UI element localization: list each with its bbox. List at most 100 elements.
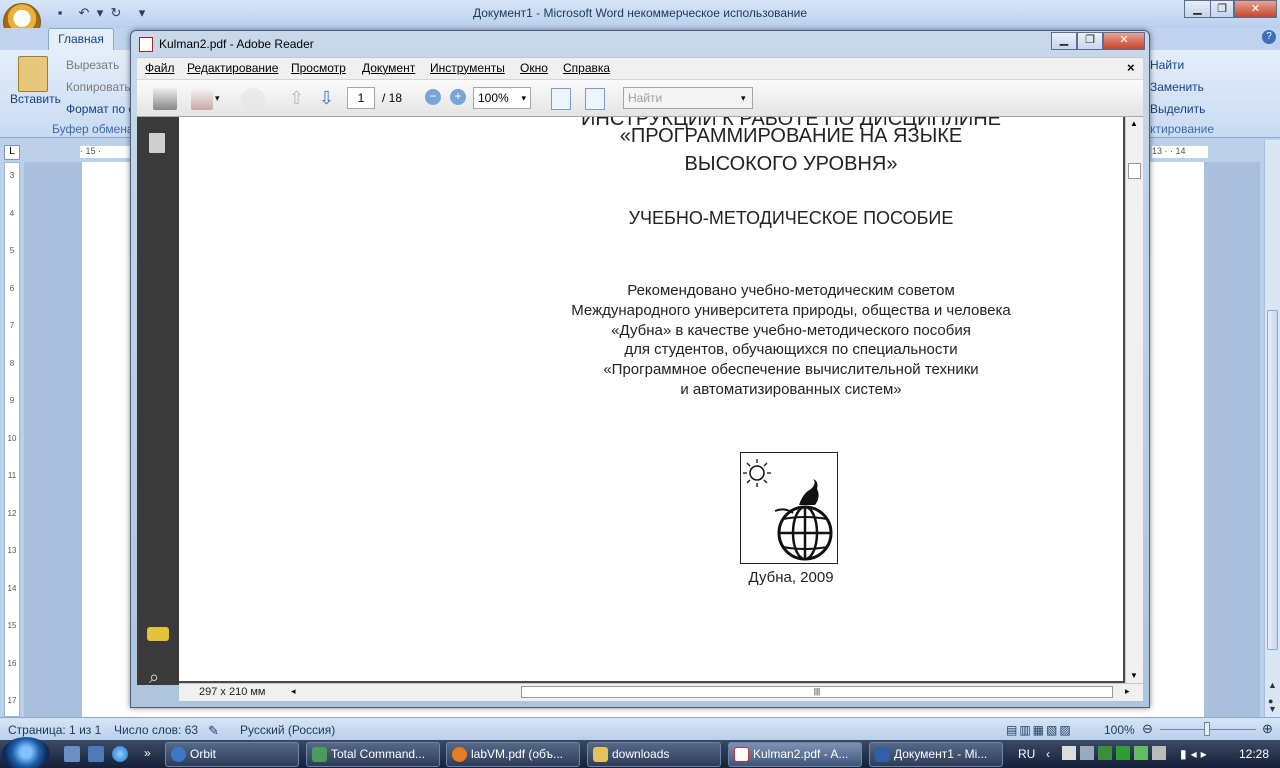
page-number-input[interactable]: 1 [347, 87, 375, 109]
status-language[interactable]: Русский (Россия) [240, 723, 335, 737]
undo-icon[interactable]: ↶ [76, 5, 92, 21]
menu-help[interactable]: Справка [563, 61, 610, 75]
reader-maximize-button[interactable]: ❐ [1077, 32, 1103, 50]
quick-launch-more-icon[interactable]: » [144, 746, 151, 760]
paste-button[interactable]: Вставить [10, 92, 61, 106]
taskbar-item-labvm[interactable]: labVM.pdf (объ... [446, 742, 580, 767]
taskbar-item-word[interactable]: Документ1 - Mi... [869, 742, 1003, 767]
prev-page-icon[interactable]: ▲ [1268, 680, 1277, 690]
tray-app-icon[interactable] [1080, 746, 1094, 760]
pdf-recommended-line: для студентов, обучающихся по специально… [624, 341, 958, 358]
find-dropdown-icon[interactable]: ▾ [741, 93, 746, 104]
redo-icon[interactable]: ↻ [108, 5, 124, 21]
menu-view[interactable]: Просмотр [291, 61, 346, 75]
internet-explorer-icon[interactable] [112, 746, 128, 762]
previous-page-icon[interactable]: ⇧ [289, 88, 304, 109]
vertical-ruler-number: 11 [7, 471, 17, 480]
reader-hscroll-thumb[interactable]: ||| [521, 686, 1113, 698]
vertical-ruler-number: 17 [7, 696, 17, 705]
attachments-icon[interactable]: ⌕ [149, 667, 159, 688]
print-icon[interactable] [153, 88, 177, 110]
show-desktop-icon[interactable] [64, 746, 80, 762]
replace-button[interactable]: Заменить [1150, 80, 1204, 94]
word-maximize-button[interactable]: ❐ [1210, 0, 1234, 18]
tab-selector-icon[interactable]: L [4, 145, 20, 160]
zoom-out-icon[interactable]: − [425, 89, 441, 105]
zoom-value: 100% [478, 91, 509, 105]
menu-edit[interactable]: Редактирование [187, 61, 278, 75]
tray-app-icon[interactable] [1152, 746, 1166, 760]
zoom-in-icon[interactable]: + [450, 89, 466, 105]
tray-app-icon[interactable] [1116, 746, 1130, 760]
fit-width-icon[interactable] [585, 88, 605, 110]
word-minimize-button[interactable]: ▁ [1184, 0, 1211, 18]
taskbar-item-orbit[interactable]: Orbit [165, 742, 299, 767]
tray-app-icon[interactable] [1134, 746, 1148, 760]
reader-scroll-thumb[interactable] [1128, 163, 1141, 179]
close-document-icon[interactable]: × [1127, 60, 1135, 75]
ruler-right-label: 13 · · 14 [1152, 146, 1208, 158]
next-page-icon[interactable]: ▼ [1268, 704, 1277, 714]
collaborate-icon[interactable] [241, 88, 265, 110]
orbit-icon [171, 747, 186, 762]
network-volume-icons[interactable]: ▮◂▸ [1180, 747, 1211, 761]
menu-document[interactable]: Документ [362, 61, 415, 75]
zoom-slider-thumb[interactable] [1204, 722, 1210, 736]
undo-dropdown-icon[interactable]: ▾ [92, 5, 108, 21]
clock[interactable]: 12:28 [1239, 747, 1269, 761]
taskbar-item-kulman[interactable]: Kulman2.pdf - A... [728, 742, 862, 767]
tab-home[interactable]: Главная [48, 28, 114, 50]
find-button[interactable]: Найти [1150, 58, 1184, 72]
status-page[interactable]: Страница: 1 из 1 [8, 723, 101, 737]
menu-window[interactable]: Окно [520, 61, 548, 75]
fit-page-icon[interactable] [551, 88, 571, 110]
university-logo [740, 452, 838, 564]
pages-icon[interactable] [149, 133, 165, 153]
start-button[interactable] [2, 737, 50, 768]
pdf-page[interactable]: ИНСТРУКЦИИ К РАБОТЕ ПО ДИСЦИПЛИНЕ «ПРОГР… [179, 117, 1123, 681]
total-commander-icon [312, 747, 327, 762]
zoom-select[interactable]: 100% ▾ [473, 87, 531, 109]
word-close-button[interactable]: ✕ [1234, 0, 1277, 18]
taskbar-item-downloads[interactable]: downloads [587, 742, 721, 767]
help-icon[interactable]: ? [1262, 30, 1276, 44]
find-input[interactable]: Найти [623, 87, 753, 109]
save-icon[interactable]: ▪ [52, 5, 68, 21]
paste-icon[interactable] [18, 56, 48, 92]
tray-app-icon[interactable] [1098, 746, 1112, 760]
view-buttons-icon[interactable]: ▤▥▦▧▨ [1006, 723, 1073, 737]
reader-window: Kulman2.pdf - Adobe Reader ▁ ❐ ✕ Файл Ре… [130, 30, 1150, 708]
status-zoom[interactable]: 100% [1104, 723, 1135, 737]
zoom-in-icon[interactable]: ⊕ [1262, 721, 1273, 737]
scroll-left-icon[interactable]: ◂ [291, 686, 296, 697]
comments-icon[interactable] [147, 627, 169, 641]
menu-file[interactable]: Файл [145, 61, 175, 75]
reader-minimize-button[interactable]: ▁ [1051, 32, 1077, 50]
reader-close-button[interactable]: ✕ [1103, 32, 1145, 50]
folder-icon [593, 747, 608, 762]
tray-expand-icon[interactable]: ‹ [1046, 747, 1050, 761]
scroll-up-icon[interactable]: ▲ [1130, 119, 1138, 128]
proofing-icon[interactable]: ✎ [208, 723, 219, 739]
copy-button[interactable]: Копировать [66, 80, 131, 94]
cut-button[interactable]: Вырезать [66, 58, 119, 72]
select-button[interactable]: Выделить [1150, 102, 1205, 116]
menu-tools[interactable]: Инструменты [430, 61, 505, 75]
zoom-dropdown-icon[interactable]: ▾ [521, 88, 526, 108]
taskbar-item-total-commander[interactable]: Total Command... [306, 742, 440, 767]
scroll-right-icon[interactable]: ▸ [1125, 686, 1130, 697]
word-scroll-thumb[interactable] [1267, 310, 1278, 650]
word-vertical-scrollbar[interactable]: ▲ ● ▼ [1264, 140, 1280, 717]
status-words[interactable]: Число слов: 63 [114, 723, 198, 737]
next-page-icon[interactable]: ⇩ [319, 88, 334, 109]
switch-windows-icon[interactable] [88, 746, 104, 762]
pdf-recommended-line: Рекомендовано учебно-методическим совето… [627, 282, 955, 299]
zoom-out-icon[interactable]: ⊖ [1142, 721, 1153, 737]
customize-quick-access-icon[interactable]: ▾ [134, 5, 150, 21]
email-icon[interactable] [191, 88, 213, 110]
language-indicator[interactable]: RU [1018, 747, 1035, 761]
email-dropdown-icon[interactable]: ▾ [215, 93, 220, 104]
scroll-down-icon[interactable]: ▼ [1130, 671, 1138, 680]
tray-app-icon[interactable] [1062, 746, 1076, 760]
reader-vertical-scrollbar[interactable]: ▲ ▼ [1125, 117, 1143, 685]
